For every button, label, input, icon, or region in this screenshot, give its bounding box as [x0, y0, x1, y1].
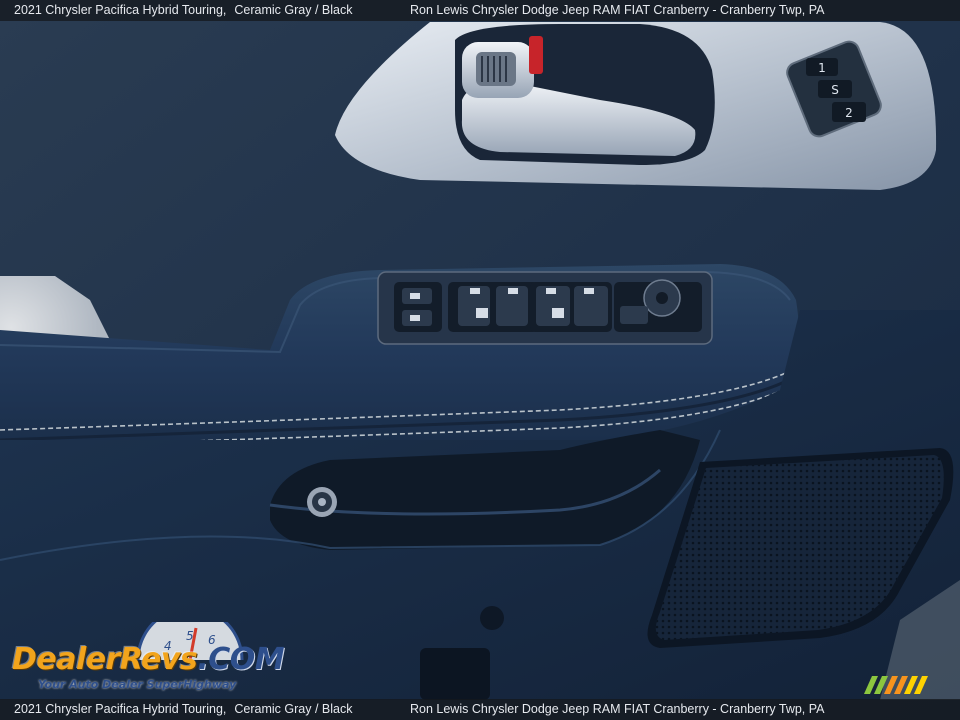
dealerrevs-watermark: 4 5 6 DealerRevs.COM Your Auto Dealer Su… — [10, 622, 285, 694]
memory-button-2: 2 — [832, 102, 866, 122]
lock-indicator — [529, 36, 543, 74]
watermark-brand: DealerRevs.COM — [12, 642, 285, 677]
svg-text:1: 1 — [818, 61, 826, 75]
memory-button-1: 1 — [806, 58, 838, 76]
watermark-tagline: Your Auto Dealer SuperHighway — [38, 678, 237, 691]
fuel-door-release-button — [307, 487, 337, 517]
caption-vehicle-bottom: 2021 Chrysler Pacifica Hybrid Touring, Ce… — [14, 702, 353, 716]
caption-bar-top: 2021 Chrysler Pacifica Hybrid Touring, Ce… — [0, 0, 960, 21]
door-panel-photo: 1 S 2 — [0, 0, 960, 720]
caption-bar-bottom: 2021 Chrysler Pacifica Hybrid Touring, Ce… — [0, 699, 960, 720]
mirror-select-button — [620, 306, 648, 324]
svg-text:S: S — [831, 83, 839, 97]
svg-text:2: 2 — [845, 106, 853, 120]
window-switch-panel — [377, 271, 713, 345]
memory-button-s: S — [818, 80, 852, 98]
caption-vehicle: 2021 Chrysler Pacifica Hybrid Touring, Ce… — [14, 3, 353, 17]
caption-dealer: Ron Lewis Chrysler Dodge Jeep RAM FIAT C… — [410, 3, 825, 17]
photo-stage: 1 S 2 2021 Chrysler Pacifica Hybrid Tour… — [0, 0, 960, 720]
stripes-logo-icon — [864, 676, 928, 694]
caption-dealer-bottom: Ron Lewis Chrysler Dodge Jeep RAM FIAT C… — [410, 702, 825, 716]
